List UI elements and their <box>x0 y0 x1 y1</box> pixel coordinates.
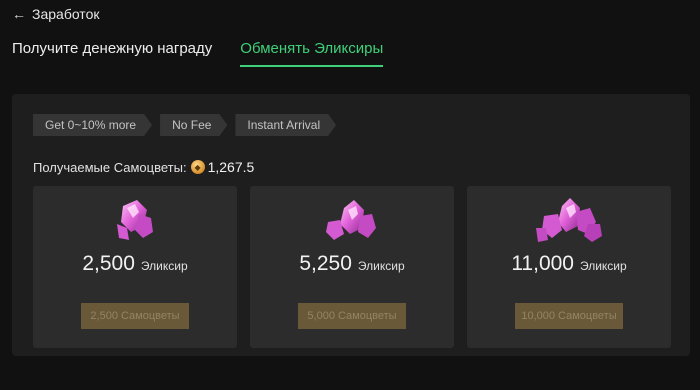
back-label: Заработок <box>32 6 100 22</box>
elixir-amount: 5,250 <box>299 252 352 275</box>
gems-label: Получаемые Самоцветы: <box>33 159 187 175</box>
gems-balance: Получаемые Самоцветы: ◆ 1,267.5 <box>33 159 254 175</box>
gem-coin-icon: ◆ <box>190 160 205 174</box>
offer-card[interactable]: 11,000 Эликсир 10,000 Самоцветы <box>467 186 671 348</box>
elixir-unit: Эликсир <box>357 259 405 273</box>
feature-tags: Get 0~10% more No Fee Instant Arrival <box>33 114 344 136</box>
tag-no-fee: No Fee <box>160 114 227 136</box>
exchange-button[interactable]: 5,000 Самоцветы <box>298 303 406 329</box>
elixir-unit: Эликсир <box>579 259 627 273</box>
tab-bar: Получите денежную награду Обменять Эликс… <box>12 40 411 67</box>
elixir-crystal-small-icon <box>117 200 153 240</box>
offer-card[interactable]: 5,250 Эликсир 5,000 Самоцветы <box>250 186 454 348</box>
offer-card[interactable]: 2,500 Эликсир 2,500 Самоцветы <box>33 186 237 348</box>
offer-cards: 2,500 Эликсир 2,500 Самоцветы 5,250 Элик… <box>33 186 684 348</box>
tag-bonus: Get 0~10% more <box>33 114 152 136</box>
top-bar: ← Заработок Получите денежную награду Об… <box>0 0 700 67</box>
elixir-amount: 11,000 <box>511 252 574 275</box>
elixir-crystal-medium-icon <box>326 200 376 240</box>
exchange-panel: Get 0~10% more No Fee Instant Arrival По… <box>12 94 690 356</box>
elixir-unit: Эликсир <box>140 259 188 273</box>
tab-exchange-elixirs[interactable]: Обменять Эликсиры <box>240 40 384 67</box>
exchange-button[interactable]: 10,000 Самоцветы <box>515 303 623 329</box>
tag-instant: Instant Arrival <box>235 114 336 136</box>
elixir-crystal-large-icon <box>536 198 602 242</box>
back-button[interactable]: ← Заработок <box>12 4 99 24</box>
elixir-amount: 2,500 <box>82 252 135 275</box>
exchange-button[interactable]: 2,500 Самоцветы <box>81 303 189 329</box>
tab-cash-reward[interactable]: Получите денежную награду <box>12 40 212 67</box>
back-arrow-icon: ← <box>12 6 26 22</box>
gems-value: 1,267.5 <box>207 159 255 175</box>
